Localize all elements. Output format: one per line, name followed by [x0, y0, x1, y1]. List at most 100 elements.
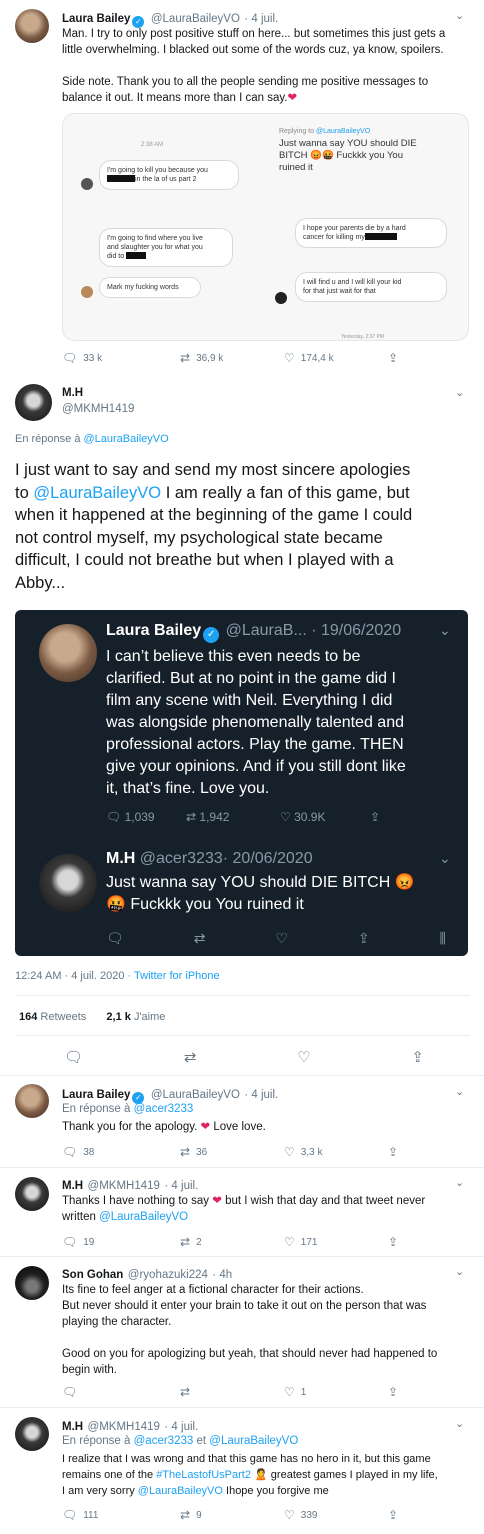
reply-button[interactable]: 🗨 38 [62, 1145, 180, 1159]
retweet-icon: ⇄ [193, 930, 206, 946]
like-button[interactable]: ♡ 171 [284, 1235, 388, 1249]
author-handle[interactable]: @LauraBaileyVO [151, 1089, 240, 1101]
engagement-stats: 164 Retweets 2,1 k J'aime [19, 1011, 165, 1023]
author-handle[interactable]: @MKMH1419 [88, 1180, 160, 1192]
author-handle[interactable]: @MKMH1419 [88, 1421, 160, 1433]
redaction [364, 233, 397, 240]
like-button[interactable]: ♡ 1 [284, 1385, 388, 1399]
like-button[interactable]: ♡ 339 [284, 1508, 388, 1522]
heart-outline-icon[interactable]: ♡ [297, 1048, 310, 1066]
reply-icon[interactable]: 🗨 [64, 1048, 83, 1066]
mention-link[interactable]: @acer3233 [134, 1435, 194, 1447]
avatar[interactable] [15, 1417, 49, 1451]
analytics-icon: ⫼ [439, 930, 446, 946]
retweet-button[interactable]: ⇄ 36,9 k [180, 351, 284, 365]
heart-outline-icon: ♡ [275, 930, 288, 946]
likes-stat[interactable]: 2,1 k J'aime [106, 1011, 165, 1023]
retweet-icon[interactable]: ⇄ [184, 1048, 197, 1066]
mention-link[interactable]: @LauraBaileyVO [33, 484, 161, 502]
heart-icon: ❤ [200, 1121, 211, 1133]
author-name[interactable]: Laura Bailey [62, 1089, 130, 1101]
chevron-down-icon[interactable]: ⌄ [455, 1265, 464, 1278]
tweet-actions: 🗨 111 ⇄ 9 ♡ 339 ⇪ [62, 1508, 398, 1522]
reply-screenshot: Replying to @LauraBaileyVO Just wanna sa… [279, 128, 417, 173]
main-tweet-text: I just want to say and send my most sinc… [15, 461, 413, 592]
divider [0, 1256, 484, 1257]
retweet-button[interactable]: ⇄ [180, 1385, 284, 1399]
embedded-reply-text: Just wanna say YOU should DIE BITCH 😡 🤬 … [106, 874, 415, 913]
reply-button[interactable]: 🗨 111 [62, 1508, 180, 1522]
mention-link[interactable]: @LauraBaileyVO [84, 433, 169, 445]
chevron-down-icon[interactable]: ⌄ [455, 1176, 464, 1189]
tweet-actions: 🗨 ⇄ ♡ 1 ⇪ [62, 1385, 398, 1399]
heart-icon: ❤ [287, 92, 298, 104]
share-button[interactable]: ⇪ [388, 351, 398, 365]
embedded-header: Laura Bailey ✓ @LauraB... · 19/06/2020 [106, 622, 401, 643]
share-button[interactable]: ⇪ [388, 1145, 398, 1159]
text-line: Side note. Thank you to all the people s… [62, 76, 429, 88]
tweet-text: Its fine to feel anger at a fictional ch… [62, 1284, 438, 1376]
tweet-date[interactable]: · 4 juil. [164, 1180, 198, 1192]
reply-button[interactable]: 🗨 19 [62, 1235, 180, 1249]
attached-image[interactable]: Laura Bailey ✓ @LauraB... · 19/06/2020 ⌄ … [15, 610, 468, 956]
like-button[interactable]: ♡ 3,3 k [284, 1145, 388, 1159]
avatar [81, 286, 93, 298]
mention-link[interactable]: @LauraBaileyVO [209, 1435, 298, 1447]
like-count: 174,4 k [300, 352, 334, 364]
avatar[interactable] [15, 384, 52, 421]
retweet-icon: ⇄ [180, 1145, 191, 1159]
share-button[interactable]: ⇪ [388, 1385, 398, 1399]
tweet-date[interactable]: · 4 juil. [164, 1421, 198, 1433]
author-name[interactable]: Laura Bailey [62, 13, 130, 25]
avatar[interactable] [15, 1177, 49, 1211]
tweet-date[interactable]: · 4 juil. [244, 1089, 278, 1101]
retweet-button[interactable]: ⇄ 2 [180, 1235, 284, 1249]
author-name[interactable]: M.H [62, 1180, 83, 1192]
attached-image[interactable]: 2:38 AM I'm going to kill you because yo… [62, 113, 469, 341]
tweet-meta: 12:24 AM · 4 juil. 2020 · Twitter for iP… [15, 970, 220, 982]
like-button[interactable]: ♡ 174,4 k [284, 351, 388, 365]
embedded-actions: 🗨 1,039 ⇄ 1,942 ♡ 30.9K ⇪ [106, 810, 381, 824]
source-link[interactable]: · Twitter for iPhone [128, 970, 220, 982]
tweet-date[interactable]: · 4 juil. [244, 13, 278, 25]
author-handle[interactable]: @ryohazuki224 [128, 1269, 208, 1281]
author-name[interactable]: M.H [62, 387, 83, 399]
author-name[interactable]: Son Gohan [62, 1269, 123, 1281]
divider [15, 995, 470, 996]
avatar[interactable] [15, 1266, 49, 1300]
reply-button[interactable]: 🗨 33 k [62, 351, 180, 365]
mention-link[interactable]: @acer3233 [134, 1103, 194, 1115]
chevron-down-icon: ⌄ [439, 850, 451, 866]
tweet-date[interactable]: · 4h [212, 1269, 232, 1281]
redaction [107, 175, 135, 182]
avatar[interactable] [15, 9, 49, 43]
timestamp[interactable]: 12:24 AM · 4 juil. 2020 [15, 970, 124, 982]
retweet-button[interactable]: ⇄ 9 [180, 1508, 284, 1522]
reply-context: En réponse à @acer3233 et @LauraBaileyVO [62, 1435, 299, 1447]
author-handle[interactable]: @LauraBaileyVO [151, 13, 240, 25]
share-icon: ⇪ [370, 810, 381, 824]
text-line: balance it out. It means more than I can… [62, 92, 298, 104]
retweet-button[interactable]: ⇄ 36 [180, 1145, 284, 1159]
reply-button[interactable]: 🗨 [62, 1385, 180, 1399]
share-icon[interactable]: ⇪ [411, 1048, 424, 1066]
retweets-stat[interactable]: 164 Retweets [19, 1011, 86, 1023]
author-name[interactable]: M.H [62, 1421, 83, 1433]
chevron-down-icon[interactable]: ⌄ [455, 9, 464, 22]
share-button[interactable]: ⇪ [388, 1508, 398, 1522]
mention-link[interactable]: @LauraBaileyVO [138, 1485, 223, 1497]
avatar[interactable] [15, 1084, 49, 1118]
chevron-down-icon[interactable]: ⌄ [455, 1085, 464, 1098]
share-button[interactable]: ⇪ [388, 1235, 398, 1249]
text-line: Man. I try to only post positive stuff o… [62, 28, 446, 40]
chevron-down-icon[interactable]: ⌄ [455, 386, 464, 399]
mention-link[interactable]: @LauraBaileyVO [99, 1211, 188, 1223]
message-bubble: I'm going to kill you because you in the… [99, 160, 239, 190]
hashtag-link[interactable]: #TheLastofUsPart2 [156, 1469, 251, 1481]
reply-icon: 🗨 [62, 1385, 78, 1399]
author-handle[interactable]: @MKMH1419 [62, 403, 134, 415]
reply-count: 33 k [83, 352, 103, 364]
retweet-icon: ⇄ [180, 1235, 191, 1249]
main-actions: 🗨 ⇄ ♡ ⇪ [64, 1048, 424, 1066]
chevron-down-icon[interactable]: ⌄ [455, 1417, 464, 1430]
